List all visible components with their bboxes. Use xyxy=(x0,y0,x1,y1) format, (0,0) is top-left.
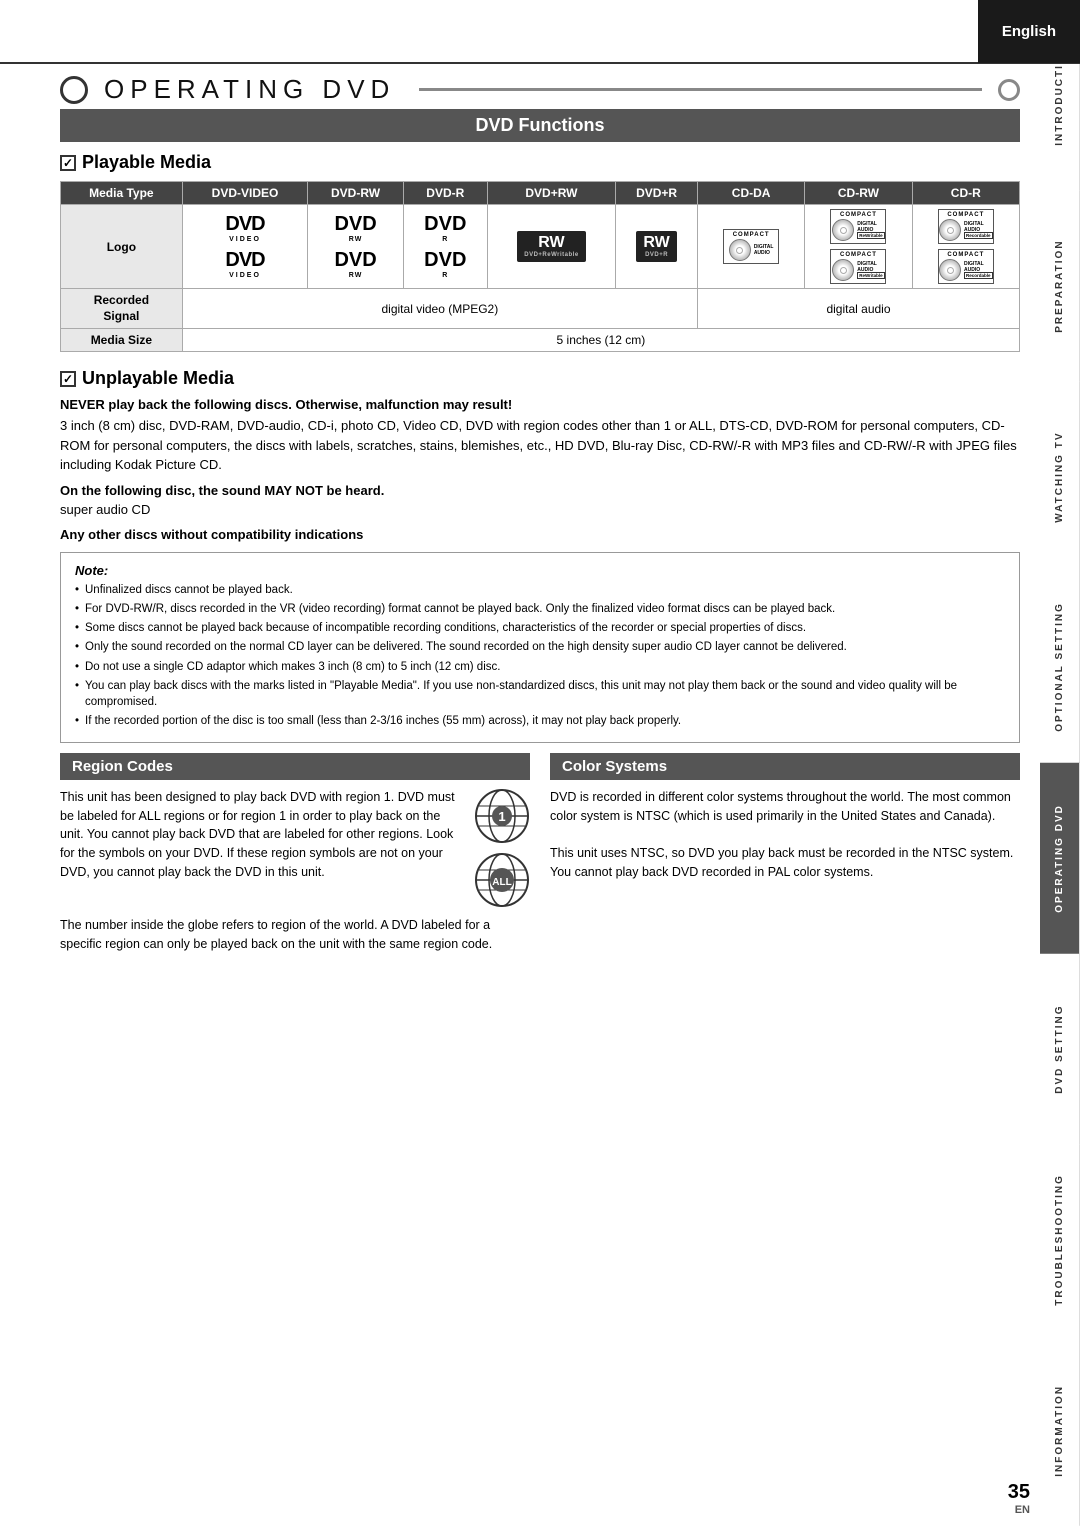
note-item: Do not use a single CD adaptor which mak… xyxy=(75,659,1005,675)
note-box: Note: Unfinalized discs cannot be played… xyxy=(60,552,1020,743)
col-dvd-r: DVD-R xyxy=(403,182,487,205)
svg-text:1: 1 xyxy=(498,809,505,824)
sidebar-watching-tv: WATCHING TV xyxy=(1040,382,1080,573)
unplayable-list: 3 inch (8 cm) disc, DVD-RAM, DVD-audio, … xyxy=(60,416,1020,475)
sidebar-dvd-setting: DVD SETTING xyxy=(1040,954,1080,1145)
bottom-columns: Region Codes This unit has been designed… xyxy=(60,753,1020,954)
col-dvd-rw: DVD-RW xyxy=(308,182,404,205)
page-title: OPERATING DVD xyxy=(104,74,395,105)
note-item: Only the sound recorded on the normal CD… xyxy=(75,639,1005,655)
col-dvd-video: DVD-VIDEO xyxy=(182,182,308,205)
note-item: You can play back discs with the marks l… xyxy=(75,678,1005,710)
region-codes-col: Region Codes This unit has been designed… xyxy=(60,753,530,954)
media-table: Media Type DVD-VIDEO DVD-RW DVD-R DVD+RW… xyxy=(60,181,1020,352)
region-codes-footer: The number inside the globe refers to re… xyxy=(60,916,530,954)
color-systems-text: DVD is recorded in different color syste… xyxy=(550,788,1020,882)
cd-da-logo-cell: COMPACT DIGITALAUDIO xyxy=(697,205,804,289)
sidebar-troubleshooting: TROUBLESHOOTING xyxy=(1040,1145,1080,1336)
col-cd-r: CD-R xyxy=(912,182,1019,205)
top-bar: English xyxy=(0,0,1080,64)
sidebar-preparation: PREPARATION xyxy=(1040,191,1080,382)
playable-media-title: Playable Media xyxy=(60,152,1020,173)
sidebar-optional-setting: OPTIONAL SETTING xyxy=(1040,572,1080,763)
compat-label: Any other discs without compatibility in… xyxy=(60,527,1020,542)
color-systems-header: Color Systems xyxy=(550,753,1020,780)
cd-r-logo-cell: COMPACT DIGITALAUDIORecordable COMPACT D… xyxy=(912,205,1019,289)
sidebar-operating-dvd: OPERATING DVD xyxy=(1040,763,1080,954)
language-tab: English xyxy=(978,0,1080,63)
page-number-area: 35 EN xyxy=(1008,1481,1030,1516)
note-item: For DVD-RW/R, discs recorded in the VR (… xyxy=(75,601,1005,617)
globe-1-icon: 1 xyxy=(474,788,530,844)
col-media-type: Media Type xyxy=(61,182,183,205)
dvd-r-logo-cell: DVD R DVD R xyxy=(403,205,487,289)
page-lang: EN xyxy=(1008,1504,1030,1516)
col-cd-rw: CD-RW xyxy=(805,182,912,205)
note-item: Some discs cannot be played back because… xyxy=(75,620,1005,636)
signal-dvd: digital video (MPEG2) xyxy=(182,289,697,329)
page-title-area: OPERATING DVD xyxy=(0,64,1080,109)
sound-warning-label: On the following disc, the sound MAY NOT… xyxy=(60,483,1020,498)
unplayable-checkbox-icon xyxy=(60,371,76,387)
signal-cd: digital audio xyxy=(697,289,1019,329)
logo-row-label: Logo xyxy=(61,205,183,289)
note-item: If the recorded portion of the disc is t… xyxy=(75,713,1005,729)
color-systems-body: DVD is recorded in different color syste… xyxy=(550,788,1020,882)
title-circle-icon xyxy=(60,76,88,104)
region-codes-text: This unit has been designed to play back… xyxy=(60,788,464,882)
section-header: DVD Functions xyxy=(60,109,1020,142)
dvd-plus-rw-logo-cell: RWDVD+ReWritable xyxy=(487,205,615,289)
col-dvd-plus-r: DVD+R xyxy=(616,182,698,205)
main-content: Playable Media Media Type DVD-VIDEO DVD-… xyxy=(0,152,1080,953)
cd-rw-logo-cell: COMPACT DIGITALAUDIOReWritable COMPACT D… xyxy=(805,205,912,289)
right-sidebar: INTRODUCTION PREPARATION WATCHING TV OPT… xyxy=(1040,0,1080,1526)
unplayable-media-title: Unplayable Media xyxy=(60,368,1020,389)
checkbox-icon xyxy=(60,155,76,171)
recorded-signal-label: RecordedSignal xyxy=(61,289,183,329)
col-dvd-plus-rw: DVD+RW xyxy=(487,182,615,205)
page-number: 35 xyxy=(1008,1481,1030,1504)
note-list: Unfinalized discs cannot be played back.… xyxy=(75,582,1005,729)
dvd-rw-logo-cell: DVD RW DVD RW xyxy=(308,205,404,289)
color-systems-col: Color Systems DVD is recorded in differe… xyxy=(550,753,1020,954)
svg-text:ALL: ALL xyxy=(492,877,511,888)
sidebar-information: INFORMATION xyxy=(1040,1335,1080,1526)
col-cd-da: CD-DA xyxy=(697,182,804,205)
note-item: Unfinalized discs cannot be played back. xyxy=(75,582,1005,598)
note-title: Note: xyxy=(75,563,1005,578)
title-line xyxy=(419,88,982,91)
dvd-plus-r-logo-cell: RW DVD+R xyxy=(616,205,698,289)
sound-warning-text: super audio CD xyxy=(60,500,1020,520)
globe-all-icon: ALL xyxy=(474,852,530,908)
media-size-label: Media Size xyxy=(61,329,183,352)
globe-icons: 1 ALL xyxy=(474,788,530,908)
dvd-video-logo-cell: DVD VIDEO DVD VIDEO xyxy=(182,205,308,289)
region-codes-header: Region Codes xyxy=(60,753,530,780)
media-size-value: 5 inches (12 cm) xyxy=(182,329,1019,352)
region-codes-body: This unit has been designed to play back… xyxy=(60,788,530,954)
never-play-warning: NEVER play back the following discs. Oth… xyxy=(60,397,1020,412)
title-right-circle-icon xyxy=(998,79,1020,101)
